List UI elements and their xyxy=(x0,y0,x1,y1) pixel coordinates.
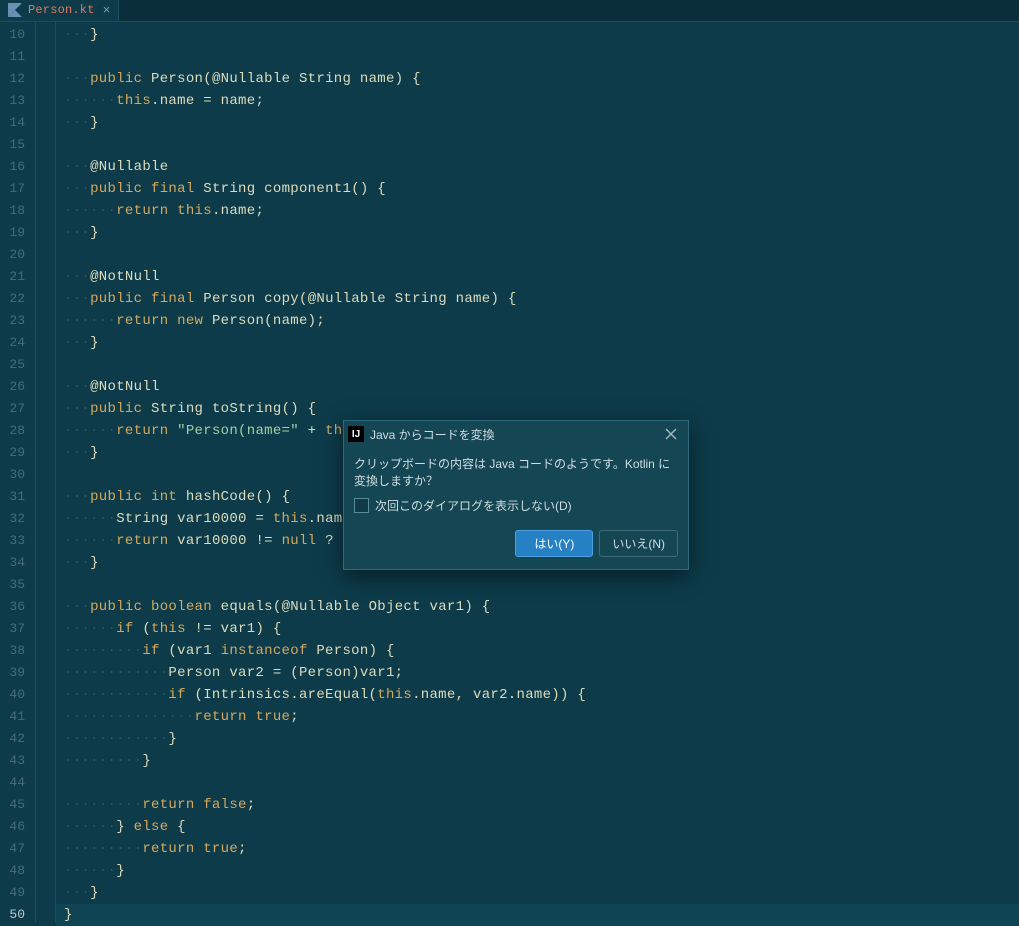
dialog-backdrop: IJ Java からコードを変換 クリップボードの内容は Java コードのよう… xyxy=(0,0,1019,923)
no-button[interactable]: いいえ(N) xyxy=(599,530,678,557)
convert-java-dialog: IJ Java からコードを変換 クリップボードの内容は Java コードのよう… xyxy=(343,420,689,570)
dialog-checkbox-row[interactable]: 次回このダイアログを表示しない(D) xyxy=(354,497,678,514)
intellij-icon: IJ xyxy=(348,426,364,442)
yes-button[interactable]: はい(Y) xyxy=(515,530,593,557)
dialog-title: Java からコードを変換 xyxy=(370,426,660,443)
dialog-titlebar[interactable]: IJ Java からコードを変換 xyxy=(344,421,688,447)
dialog-buttons: はい(Y) いいえ(N) xyxy=(344,530,688,569)
dialog-body: クリップボードの内容は Java コードのようです。Kotlin に変換しますか… xyxy=(344,447,688,530)
checkbox-label: 次回このダイアログを表示しない(D) xyxy=(375,497,572,514)
dont-show-again-checkbox[interactable] xyxy=(354,498,369,513)
close-icon[interactable] xyxy=(660,424,682,444)
dialog-message: クリップボードの内容は Java コードのようです。Kotlin に変換しますか… xyxy=(354,455,678,489)
